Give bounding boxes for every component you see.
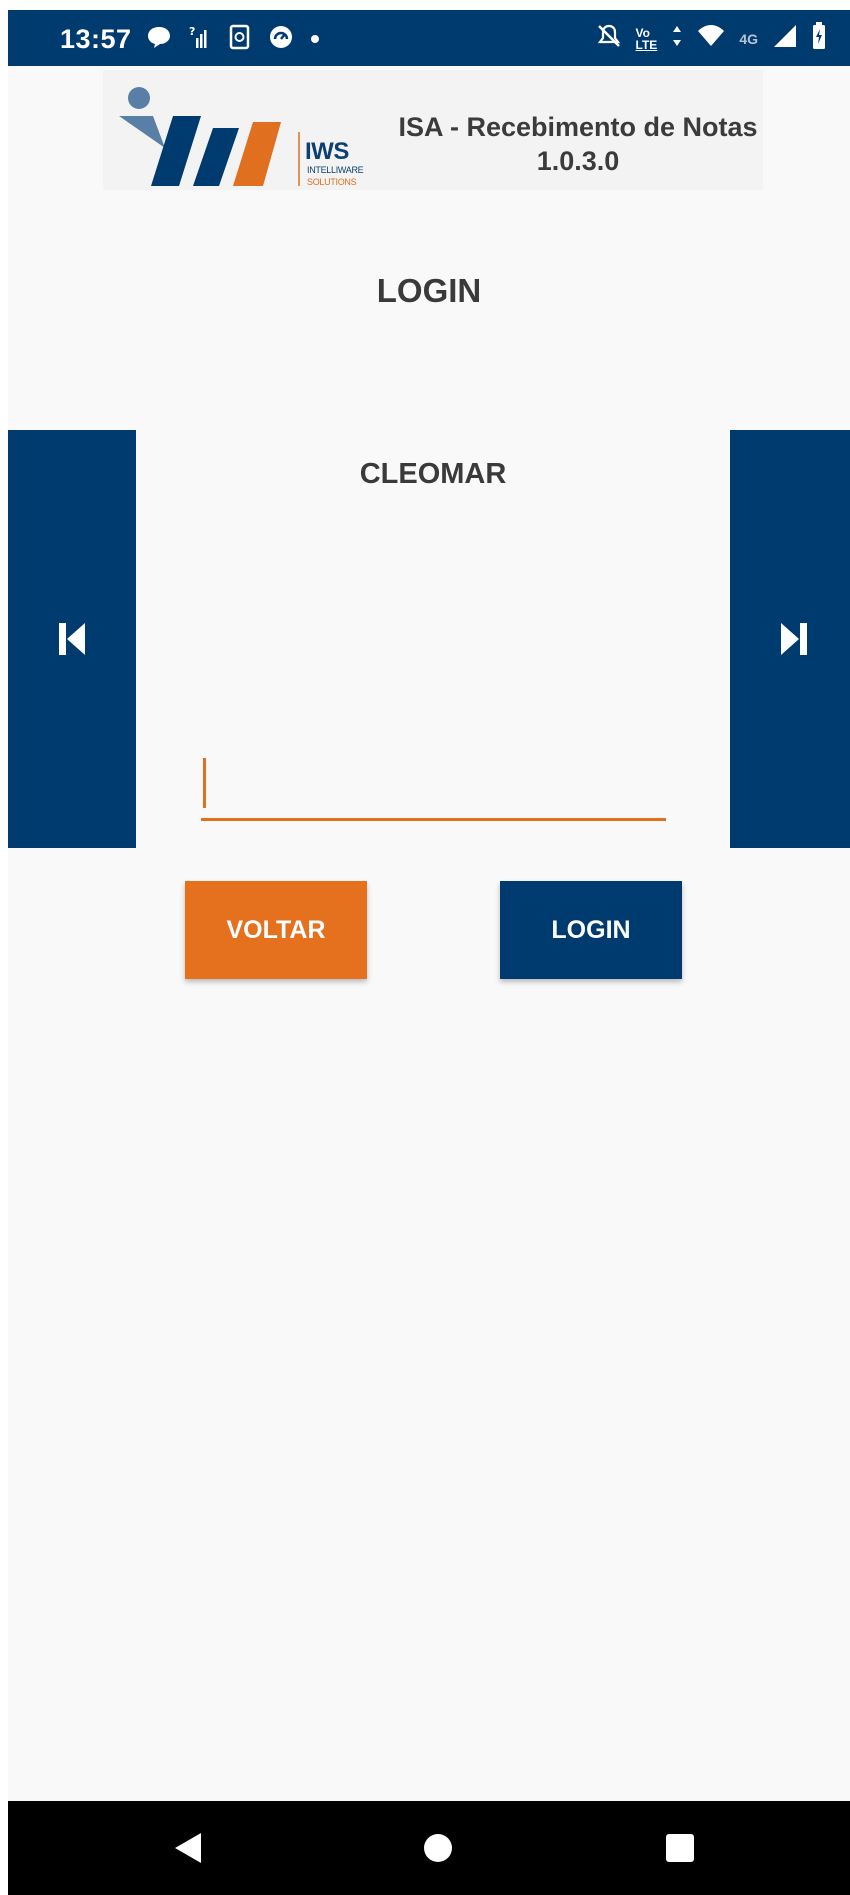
back-triangle-icon xyxy=(175,1833,201,1863)
app-screen: 13:57 ? Vo LTE 4G IWS INTELLIWARE SOLUTI… xyxy=(8,10,850,1895)
system-recents-button[interactable] xyxy=(620,1801,740,1895)
wifi-icon xyxy=(697,24,725,53)
status-left-icons: ? xyxy=(146,24,320,55)
gauge-icon xyxy=(268,24,294,55)
status-bar: 13:57 ? Vo LTE 4G xyxy=(8,10,850,66)
volte-label-top: Vo xyxy=(635,25,650,40)
svg-text:?: ? xyxy=(189,25,195,38)
text-cursor xyxy=(203,758,206,808)
system-navigation-bar xyxy=(8,1801,850,1895)
next-user-button[interactable] xyxy=(730,430,850,848)
chat-bubble-icon xyxy=(146,25,172,54)
status-right-icons: Vo LTE 4G xyxy=(596,22,826,55)
login-button[interactable]: LOGIN xyxy=(500,881,682,979)
status-time: 13:57 xyxy=(60,24,132,54)
phone-sync-icon xyxy=(228,24,252,55)
app-title: ISA - Recebimento de Notas xyxy=(398,112,758,142)
logo-text: IWS xyxy=(305,138,349,165)
app-header: IWS INTELLIWARE SOLUTIONS ISA - Recebime… xyxy=(103,70,763,190)
logo-subtext-2: SOLUTIONS xyxy=(307,177,357,187)
signal-question-icon: ? xyxy=(188,24,212,55)
page-title: LOGIN xyxy=(376,272,482,309)
selected-user-name: CLEOMAR xyxy=(359,458,507,490)
skip-next-icon xyxy=(781,623,807,655)
company-logo: IWS INTELLIWARE SOLUTIONS xyxy=(113,76,364,187)
skip-previous-icon xyxy=(59,623,85,655)
battery-icon xyxy=(812,22,826,55)
voltar-button[interactable]: VOLTAR xyxy=(185,881,367,979)
home-circle-icon xyxy=(424,1834,452,1862)
password-input[interactable] xyxy=(201,750,670,820)
recents-square-icon xyxy=(666,1834,694,1862)
password-field[interactable] xyxy=(201,750,670,821)
mute-icon xyxy=(596,23,622,54)
system-back-button[interactable] xyxy=(128,1801,248,1895)
data-arrows-icon xyxy=(671,24,683,53)
volte-label-bottom: LTE xyxy=(635,37,658,52)
app-version: 1.0.3.0 xyxy=(536,146,620,176)
previous-user-button[interactable] xyxy=(8,430,136,848)
logo-subtext-1: INTELLIWARE xyxy=(307,165,364,175)
dot-icon xyxy=(310,31,320,49)
network-type-label: 4G xyxy=(739,30,758,47)
system-home-button[interactable] xyxy=(378,1801,498,1895)
volte-icon: Vo LTE xyxy=(636,27,658,51)
signal-icon xyxy=(772,23,798,54)
